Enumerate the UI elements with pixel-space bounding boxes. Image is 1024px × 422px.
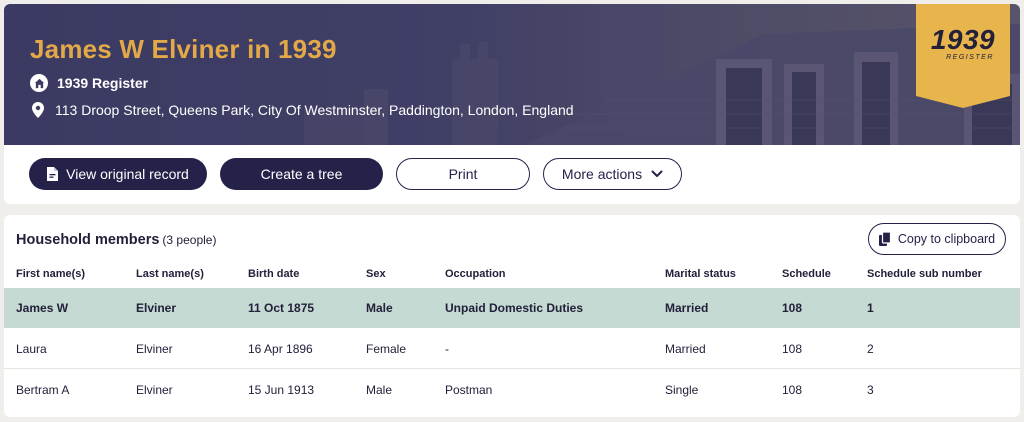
column-header-marital-status: Marital status [665, 268, 736, 280]
more-actions-label: More actions [561, 166, 643, 182]
first-name-cell: Laura [16, 341, 47, 356]
column-header-last-name: Last name(s) [136, 268, 204, 280]
home-icon [30, 74, 48, 92]
schedule-sub-number-cell: 1 [867, 301, 874, 315]
schedule-sub-number-cell: 3 [867, 383, 874, 397]
address-text: 113 Droop Street, Queens Park, City Of W… [55, 102, 574, 118]
column-header-sex: Sex [366, 268, 386, 280]
marital-status-cell: Married [665, 341, 706, 356]
badge-subtitle: REGISTER [946, 54, 994, 61]
birth-date-cell: 11 Oct 1875 [248, 301, 315, 315]
view-original-record-button[interactable]: View original record [29, 158, 207, 190]
copy-to-clipboard-button[interactable]: Copy to clipboard [868, 223, 1006, 255]
table-row[interactable]: James W Elviner 11 Oct 1875 Male Unpaid … [4, 288, 1020, 328]
column-header-first-name: First name(s) [16, 268, 86, 280]
create-tree-button[interactable]: Create a tree [220, 158, 383, 190]
household-title: Household members [16, 232, 160, 248]
schedule-sub-number-cell: 2 [867, 341, 874, 356]
chevron-down-icon [651, 170, 663, 178]
column-header-schedule-sub-number: Schedule sub number [867, 268, 982, 280]
more-actions-button[interactable]: More actions [543, 158, 682, 190]
last-name-cell: Elviner [136, 383, 173, 397]
marital-status-cell: Married [665, 301, 709, 315]
household-members-card: Household members (3 people) Copy to clip… [4, 215, 1020, 417]
birth-date-cell: 16 Apr 1896 [248, 341, 313, 356]
household-heading: Household members (3 people) [16, 232, 216, 248]
badge-year: 1939 [930, 24, 996, 55]
sex-cell: Male [366, 383, 393, 397]
occupation-cell: Postman [445, 383, 493, 397]
occupation-cell: Unpaid Domestic Duties [445, 301, 584, 315]
action-bar: View original record Create a tree Print… [4, 145, 1020, 204]
schedule-cell: 108 [782, 301, 803, 315]
first-name-cell: James W [16, 301, 69, 315]
schedule-cell: 108 [782, 383, 803, 397]
table-row[interactable]: Bertram A Elviner 15 Jun 1913 Male Postm… [4, 370, 1020, 410]
birth-date-cell: 15 Jun 1913 [248, 383, 315, 397]
register-badge: 1939 REGISTER [916, 4, 1010, 108]
marital-status-cell: Single [665, 383, 699, 397]
document-icon [47, 167, 59, 181]
register-label: 1939 Register [57, 75, 149, 91]
page-title: James W Elviner in 1939 [30, 34, 337, 64]
address-line: 113 Droop Street, Queens Park, City Of W… [30, 102, 574, 118]
view-original-label: View original record [66, 166, 189, 182]
column-header-birth-date: Birth date [248, 268, 300, 280]
column-header-schedule: Schedule [782, 268, 831, 280]
create-tree-label: Create a tree [260, 166, 343, 182]
schedule-cell: 108 [782, 341, 803, 356]
copy-label: Copy to clipboard [897, 232, 996, 246]
last-name-cell: Elviner [136, 301, 177, 315]
sex-cell: Male [366, 301, 393, 315]
first-name-cell: Bertram A [16, 383, 70, 397]
print-label: Print [448, 166, 478, 182]
sex-cell: Female [366, 341, 407, 356]
column-header-occupation: Occupation [445, 268, 506, 280]
register-line: 1939 Register [30, 74, 148, 92]
house-photo-background [304, 4, 1020, 145]
location-pin-icon [32, 102, 44, 118]
print-button[interactable]: Print [396, 158, 530, 190]
table-row[interactable]: Laura Elviner 16 Apr 1896 Female - Marri… [4, 329, 1020, 369]
copy-icon [878, 232, 891, 246]
last-name-cell: Elviner [136, 341, 173, 356]
occupation-cell: - [445, 341, 449, 356]
table-header: First name(s) Last name(s) Birth date Se… [4, 268, 1020, 286]
household-count: (3 people) [162, 233, 217, 247]
record-header: James W Elviner in 1939 1939 Register 11… [4, 4, 1020, 145]
